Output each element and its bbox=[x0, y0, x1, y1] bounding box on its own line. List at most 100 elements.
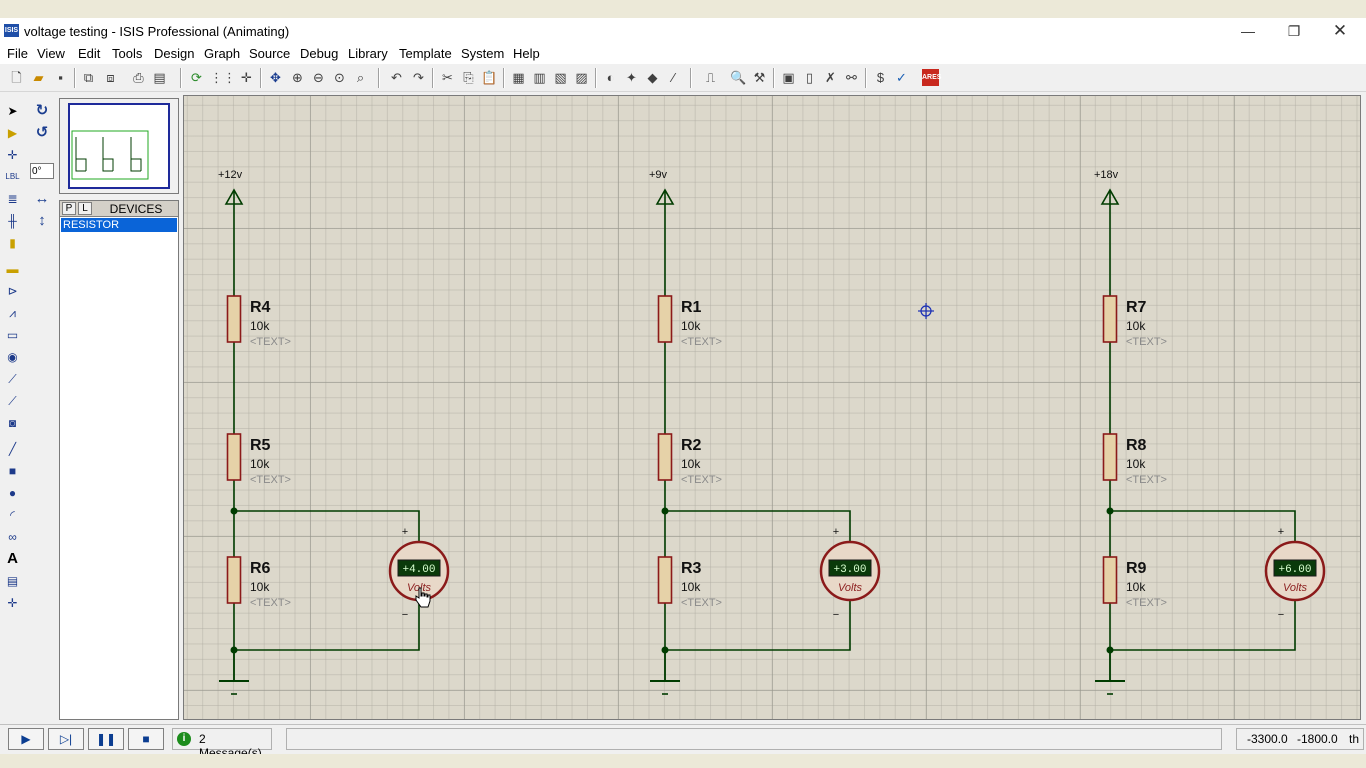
terminals-icon[interactable]: ▬ bbox=[3, 260, 22, 278]
text-script-icon[interactable]: ≣ bbox=[3, 190, 22, 208]
resistor-body bbox=[226, 295, 242, 343]
zoom-in-icon[interactable]: ⊕ bbox=[289, 69, 306, 86]
junction-icon[interactable]: ✛ bbox=[3, 146, 22, 164]
decompose-icon[interactable]: ⁄ bbox=[665, 69, 682, 86]
import-icon[interactable]: ⧉ bbox=[80, 69, 97, 86]
menu-graph[interactable]: Graph bbox=[204, 46, 240, 61]
menu-tools[interactable]: Tools bbox=[112, 46, 142, 61]
block-move-icon[interactable]: ▥ bbox=[531, 69, 548, 86]
coordinate-y: -1800.0 bbox=[1297, 732, 1338, 746]
make-device-icon[interactable]: ✦ bbox=[623, 69, 640, 86]
step-button[interactable]: ▷| bbox=[48, 728, 84, 750]
schematic-canvas[interactable]: +12v R4 10k <TEXT> R5 10k <TEXT> R6 10k <TEXT> +4.… bbox=[183, 95, 1361, 720]
isis-app-icon[interactable]: ISIS bbox=[4, 24, 19, 37]
undo-icon[interactable]: ↶ bbox=[388, 69, 405, 86]
paste-icon[interactable]: 📋 bbox=[481, 69, 498, 86]
redo-icon[interactable]: ↷ bbox=[410, 69, 427, 86]
block-copy-icon[interactable]: ▦ bbox=[510, 69, 527, 86]
minimize-button[interactable]: — bbox=[1228, 20, 1268, 42]
tape-recorder-icon[interactable]: ▭ bbox=[3, 326, 22, 344]
current-probe-icon[interactable]: ⟋ bbox=[3, 392, 22, 410]
print-area-icon[interactable]: ▤ bbox=[151, 69, 168, 86]
pick-device-icon[interactable]: ◐ bbox=[602, 69, 619, 86]
schematic-drawing[interactable]: +12v R4 10k <TEXT> R5 10k <TEXT> R6 10k <TEXT> +4.… bbox=[184, 96, 1360, 719]
resistor-value: 10k bbox=[250, 319, 270, 333]
wire-label-icon[interactable]: LBL bbox=[3, 168, 22, 186]
pause-button[interactable]: ❚❚ bbox=[88, 728, 124, 750]
zoom-area-icon[interactable]: ⌕ bbox=[352, 69, 369, 86]
origin-icon[interactable]: ✛ bbox=[238, 69, 255, 86]
wire-autorouter-icon[interactable]: ⎍ bbox=[702, 69, 719, 86]
open-folder-icon[interactable]: ▰ bbox=[30, 69, 47, 86]
device-list-item[interactable]: RESISTOR bbox=[61, 218, 177, 232]
property-tool-icon[interactable]: ⚒ bbox=[751, 69, 768, 86]
selection-icon[interactable]: ➤ bbox=[3, 102, 22, 120]
play-button[interactable]: ▶ bbox=[8, 728, 44, 750]
path-icon[interactable]: ∞ bbox=[3, 528, 22, 546]
search-icon[interactable]: 🔍 bbox=[730, 69, 747, 86]
block-delete-icon[interactable]: ▨ bbox=[573, 69, 590, 86]
new-sheet-icon[interactable]: ▯ bbox=[801, 69, 818, 86]
netlist-icon[interactable]: ⚯ bbox=[843, 69, 860, 86]
graph-icon[interactable]: ⩘ bbox=[3, 304, 22, 322]
menu-template[interactable]: Template bbox=[399, 46, 452, 61]
stop-button[interactable]: ■ bbox=[128, 728, 164, 750]
copy-icon[interactable]: ⎘ bbox=[460, 69, 477, 86]
library-manager-tab[interactable]: L bbox=[78, 202, 92, 215]
restore-button[interactable]: ❐ bbox=[1274, 20, 1314, 42]
circle-icon[interactable]: ● bbox=[3, 484, 22, 502]
zoom-out-icon[interactable]: ⊖ bbox=[310, 69, 327, 86]
menu-system[interactable]: System bbox=[461, 46, 504, 61]
mirror-horizontal-icon[interactable]: ↔ bbox=[32, 190, 52, 208]
grid-icon[interactable]: ⋮⋮ bbox=[210, 69, 236, 86]
zoom-all-icon[interactable]: ⊙ bbox=[331, 69, 348, 86]
message-area[interactable]: i 2 Message(s) bbox=[172, 728, 272, 760]
rotate-clockwise-icon[interactable]: ↻ bbox=[32, 102, 52, 120]
menu-library[interactable]: Library bbox=[348, 46, 388, 61]
device-pins-icon[interactable]: ⊳ bbox=[3, 282, 22, 300]
virtual-instruments-icon[interactable]: ◙ bbox=[3, 414, 22, 432]
ares-icon[interactable]: ARES bbox=[922, 69, 941, 86]
bill-of-materials-icon[interactable]: $ bbox=[872, 69, 889, 86]
arc-icon[interactable]: ◜ bbox=[3, 506, 22, 524]
refresh-icon[interactable]: ⟳ bbox=[188, 69, 205, 86]
export-icon[interactable]: ⧈ bbox=[102, 69, 119, 86]
menu-source[interactable]: Source bbox=[249, 46, 290, 61]
generator-icon[interactable]: ◉ bbox=[3, 348, 22, 366]
text-icon[interactable]: A bbox=[3, 550, 22, 568]
component-icon[interactable]: ▶ bbox=[3, 124, 22, 142]
overview-sheet[interactable] bbox=[68, 103, 170, 189]
box-icon[interactable]: ■ bbox=[3, 462, 22, 480]
menu-design[interactable]: Design bbox=[154, 46, 194, 61]
rotation-angle-input[interactable] bbox=[30, 163, 54, 179]
rotate-anticlockwise-icon[interactable]: ↺ bbox=[32, 124, 52, 142]
pan-icon[interactable]: ✥ bbox=[267, 69, 284, 86]
close-button[interactable]: ✕ bbox=[1320, 20, 1360, 42]
menu-view[interactable]: View bbox=[37, 46, 65, 61]
mirror-vertical-icon[interactable]: ↕ bbox=[32, 212, 52, 230]
line-icon[interactable]: ╱ bbox=[3, 440, 22, 458]
marker-icon[interactable]: ✛ bbox=[3, 594, 22, 612]
save-icon[interactable]: ▪ bbox=[52, 69, 69, 86]
menu-edit[interactable]: Edit bbox=[78, 46, 100, 61]
pick-device-tab[interactable]: P bbox=[62, 202, 76, 215]
new-file-icon[interactable]: 🗋 bbox=[8, 69, 25, 86]
toolbar-separator bbox=[432, 68, 434, 88]
toolbar-separator bbox=[260, 68, 262, 88]
subcircuit-icon[interactable]: ▮ bbox=[3, 234, 22, 252]
remove-sheet-icon[interactable]: ✗ bbox=[822, 69, 839, 86]
package-icon[interactable]: ◆ bbox=[644, 69, 661, 86]
voltage-probe-icon[interactable]: ⟋ bbox=[3, 370, 22, 388]
title-bar[interactable]: ISIS voltage testing - ISIS Professional… bbox=[0, 18, 1366, 44]
menu-debug[interactable]: Debug bbox=[300, 46, 338, 61]
print-icon[interactable]: ⎙ bbox=[130, 69, 147, 86]
design-explorer-icon[interactable]: ▣ bbox=[780, 69, 797, 86]
buses-icon[interactable]: ╫ bbox=[3, 212, 22, 230]
symbol-icon[interactable]: ▤ bbox=[3, 572, 22, 590]
menu-file[interactable]: File bbox=[7, 46, 28, 61]
electrical-check-icon[interactable]: ✓ bbox=[893, 69, 910, 86]
cut-icon[interactable]: ✂ bbox=[439, 69, 456, 86]
menu-help[interactable]: Help bbox=[513, 46, 540, 61]
overview-window[interactable] bbox=[59, 98, 179, 194]
block-rotate-icon[interactable]: ▧ bbox=[552, 69, 569, 86]
